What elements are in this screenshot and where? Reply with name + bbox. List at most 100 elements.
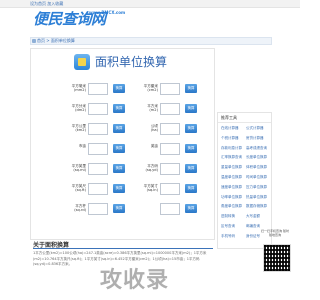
unit-label: 平方米 (m2)	[147, 104, 158, 112]
convert-button[interactable]: 换算	[113, 144, 125, 153]
unit-field: 平方厘米 (cm2) 换算	[135, 82, 205, 98]
qr-code-icon	[263, 244, 291, 272]
unit-input[interactable]	[88, 103, 108, 115]
divider	[218, 122, 271, 123]
sidebar-link[interactable]: 个税计算器	[221, 136, 239, 140]
sidebar-link[interactable]: 时间单位换算	[246, 175, 267, 179]
convert-button[interactable]: 换算	[185, 204, 197, 213]
unit-field: 公顷 (ha) 换算	[135, 122, 205, 138]
sidebar-link[interactable]: 重量单位换算	[221, 165, 242, 169]
unit-input[interactable]	[88, 123, 108, 135]
unit-label: 平方英里 (sq.mi)	[71, 164, 86, 172]
convert-button[interactable]: 换算	[113, 184, 125, 193]
convert-button[interactable]: 换算	[185, 144, 197, 153]
unit-input[interactable]	[88, 143, 108, 155]
converter-panel: 面积单位换算 平方毫米 (mm2) 换算 平方厘米 (cm2) 换算 平方分米 (dm2…	[30, 48, 215, 240]
logo-domain: www.BMCX.com	[89, 10, 126, 15]
top-links[interactable]: 设为首页 加入收藏	[30, 0, 63, 7]
unit-field: 市亩 换算	[63, 142, 133, 158]
unit-label: 平方杆 (sq.rd)	[74, 204, 86, 212]
sidebar-link[interactable]: 在线计算器	[221, 126, 239, 130]
converter-row: 平方杆 (sq.rd) 换算 换算	[63, 202, 203, 218]
unit-input[interactable]	[88, 183, 108, 195]
unit-field: 平方公里 (km2) 换算	[63, 122, 133, 138]
unit-field: 平方杆 (sq.rd) 换算	[63, 202, 133, 218]
sidebar-link[interactable]: 体积单位换算	[246, 165, 267, 169]
unit-field: 英亩 换算	[135, 142, 205, 158]
breadcrumb[interactable]: 首页 > 面积单位换算	[37, 38, 75, 44]
convert-button[interactable]: 换算	[185, 84, 197, 93]
convert-button[interactable]: 换算	[185, 124, 197, 133]
sidebar-link[interactable]: 进制转换	[221, 214, 235, 218]
sidebar-link[interactable]: 速度单位换算	[221, 185, 242, 189]
sidebar-title: 推荐工具	[221, 115, 237, 120]
unit-input[interactable]	[160, 203, 180, 215]
convert-button[interactable]: 换算	[185, 184, 197, 193]
converter-row: 平方分米 (dm2) 换算 平方米 (m2) 换算	[63, 102, 203, 118]
unit-label: 平方公里 (km2)	[71, 124, 86, 132]
unit-label: 市亩	[78, 144, 86, 148]
unit-label: 英亩	[150, 144, 158, 148]
sidebar-link[interactable]: 手机号码	[221, 234, 235, 238]
site-logo[interactable]: 便民查询网 www.BMCX.com	[33, 10, 145, 32]
unit-label: 公顷 (ha)	[150, 124, 158, 132]
converter-row: 平方公里 (km2) 换算 公顷 (ha) 换算	[63, 122, 203, 138]
unit-label: 平方毫米 (mm2)	[71, 84, 86, 92]
unit-input[interactable]	[160, 183, 180, 195]
unit-field: 平方码 (sq.yd) 换算	[135, 162, 205, 178]
unit-field: 平方英寸 (sq.in) 换算	[135, 182, 205, 198]
unit-input[interactable]	[160, 83, 180, 95]
unit-input[interactable]	[160, 123, 180, 135]
sidebar-link[interactable]: 公式计算器	[246, 126, 264, 130]
sidebar-link[interactable]: 区号查询	[221, 224, 235, 228]
sidebar-link[interactable]: 数据存储换算	[246, 204, 267, 208]
unit-input[interactable]	[160, 163, 180, 175]
sidebar-link[interactable]: 高考成绩查询	[246, 146, 267, 150]
unit-input[interactable]	[88, 203, 108, 215]
page-heading: 面积单位换算	[74, 54, 184, 74]
page-title: 面积单位换算	[95, 55, 168, 69]
unit-field: 换算	[135, 202, 205, 218]
unit-field: 平方分米 (dm2) 换算	[63, 102, 133, 118]
convert-button[interactable]: 换算	[113, 204, 125, 213]
unit-input[interactable]	[88, 83, 108, 95]
unit-label: 平方英尺 (sq.ft)	[71, 184, 86, 192]
unit-input[interactable]	[160, 143, 180, 155]
convert-button[interactable]: 换算	[113, 104, 125, 113]
unit-label: 平方英寸 (sq.in)	[143, 184, 158, 192]
sidebar-link[interactable]: 温度单位换算	[221, 175, 242, 179]
unit-input[interactable]	[88, 163, 108, 175]
qr-panel: 扫一扫手机查询 随时随地查询	[261, 229, 295, 272]
convert-button[interactable]: 换算	[113, 84, 125, 93]
sidebar-link[interactable]: 邮编查询	[246, 224, 260, 228]
convert-button[interactable]: 换算	[185, 164, 197, 173]
unit-input[interactable]	[160, 103, 180, 115]
unit-label: 平方厘米 (cm2)	[143, 84, 158, 92]
convert-button[interactable]: 换算	[113, 124, 125, 133]
sidebar-link[interactable]: 汇率换算查询	[221, 155, 242, 159]
unit-field: 平方毫米 (mm2) 换算	[63, 82, 133, 98]
sidebar-link[interactable]: 热量单位换算	[246, 195, 267, 199]
convert-button[interactable]: 换算	[113, 164, 125, 173]
sidebar-link[interactable]: 长度单位换算	[246, 155, 267, 159]
unit-field: 平方英里 (sq.mi) 换算	[63, 162, 133, 178]
qr-caption: 扫一扫手机查询 随时随地查询	[261, 229, 289, 237]
sidebar-link[interactable]: 压力单位换算	[246, 185, 267, 189]
convert-button[interactable]: 换算	[185, 104, 197, 113]
unit-field: 平方米 (m2) 换算	[135, 102, 205, 118]
sidebar-link[interactable]: 身份证号	[246, 234, 260, 238]
sidebar-link[interactable]: 房贷计算器	[246, 136, 264, 140]
unit-field: 平方英尺 (sq.ft) 换算	[63, 182, 133, 198]
home-icon	[32, 39, 36, 43]
sidebar-link[interactable]: 存款利息计算	[221, 146, 242, 150]
top-bar: 设为首页 加入收藏	[0, 0, 300, 8]
converter-row: 平方英里 (sq.mi) 换算 平方码 (sq.yd) 换算	[63, 162, 203, 178]
unit-label: 平方码 (sq.yd)	[145, 164, 158, 172]
ruler-icon	[74, 54, 90, 70]
converter-row: 市亩 换算 英亩 换算	[63, 142, 203, 158]
sidebar-link[interactable]: 角度单位换算	[221, 204, 242, 208]
unit-label: 平方分米 (dm2)	[71, 104, 86, 112]
sidebar-link[interactable]: 功率单位换算	[221, 195, 242, 199]
breadcrumb-bar: 首页 > 面积单位换算	[30, 37, 272, 45]
sidebar-link[interactable]: 大写金额	[246, 214, 260, 218]
